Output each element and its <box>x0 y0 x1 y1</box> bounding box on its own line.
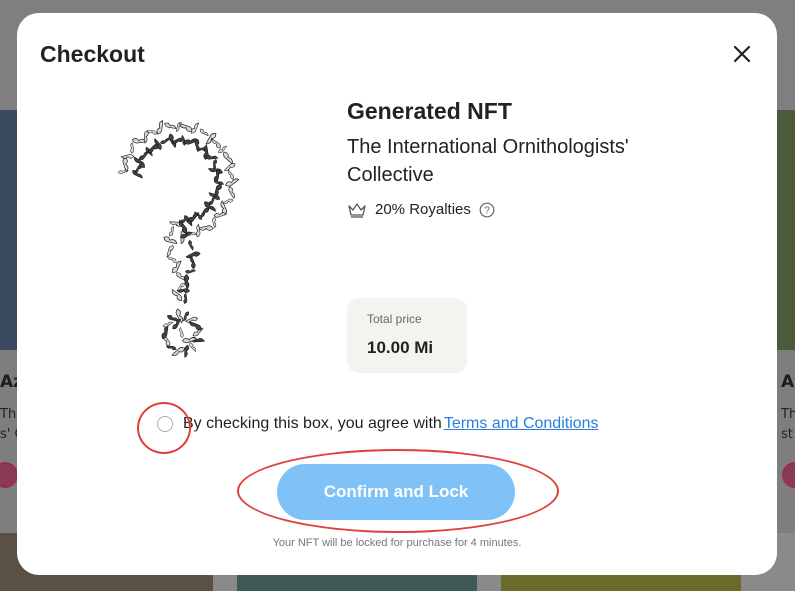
bird-silhouette <box>225 178 240 187</box>
bird-silhouette <box>189 342 197 352</box>
terms-checkbox[interactable] <box>157 416 173 432</box>
background-card-right-title: A <box>781 372 795 392</box>
bird-silhouette <box>190 255 196 270</box>
bird-silhouette <box>130 142 135 154</box>
bird-silhouette <box>195 223 201 238</box>
bird-silhouette <box>185 251 201 259</box>
bird-silhouette <box>222 198 234 204</box>
bird-silhouette <box>227 169 234 180</box>
modal-title: Checkout <box>40 41 145 67</box>
bird-silhouette <box>211 138 221 149</box>
nft-artwork-question-mark-image <box>117 120 240 358</box>
bird-silhouette <box>188 239 194 251</box>
close-button[interactable] <box>731 43 753 65</box>
background-card-right-desc-2: st <box>781 427 793 442</box>
question-circle-icon[interactable]: ? <box>479 202 495 218</box>
confirm-and-lock-button[interactable]: Confirm and Lock <box>277 464 515 520</box>
bird-silhouette <box>184 316 199 323</box>
collection-name: The International Ornithologists' Collec… <box>347 136 629 186</box>
close-icon <box>733 45 751 63</box>
bird-silhouette <box>212 216 217 229</box>
bird-silhouette <box>169 225 174 237</box>
bird-silhouette <box>171 260 182 273</box>
bird-silhouette <box>213 212 227 218</box>
bird-silhouette <box>166 245 174 257</box>
price-box: Total price 10.00 Mi <box>347 298 467 373</box>
bird-silhouette <box>164 122 177 129</box>
bird-silhouette <box>183 292 188 304</box>
nft-name: Generated NFT <box>347 98 512 124</box>
bird-silhouette <box>228 186 235 199</box>
bird-silhouette <box>181 337 198 344</box>
background-card-right-desc-1: Th <box>781 407 795 422</box>
bird-silhouette <box>120 154 135 159</box>
bird-silhouette <box>223 163 236 171</box>
terms-agreement-row: By checking this box, you agree with Ter… <box>157 415 599 433</box>
bird-silhouette <box>183 274 190 290</box>
svg-text:?: ? <box>484 205 490 216</box>
total-price-label: Total price <box>367 312 422 326</box>
terms-link[interactable]: Terms and Conditions <box>444 415 599 433</box>
bird-silhouette <box>179 326 184 339</box>
agreement-text: By checking this box, you agree with <box>183 415 442 432</box>
total-price-value: 10.00 Mi <box>367 338 434 357</box>
crown-icon <box>348 202 366 218</box>
royalties-label: 20% Royalties <box>375 201 471 218</box>
checkout-modal: Checkout Generated NFT The International… <box>17 13 777 575</box>
bird-silhouette <box>198 225 214 231</box>
bird-silhouette <box>199 128 209 137</box>
bird-silhouette <box>208 192 220 200</box>
lock-note: Your NFT will be locked for purchase for… <box>272 537 522 549</box>
bird-silhouette <box>122 156 129 173</box>
bird-silhouette <box>184 269 197 274</box>
royalties-row: 20% Royalties ? <box>347 201 495 218</box>
